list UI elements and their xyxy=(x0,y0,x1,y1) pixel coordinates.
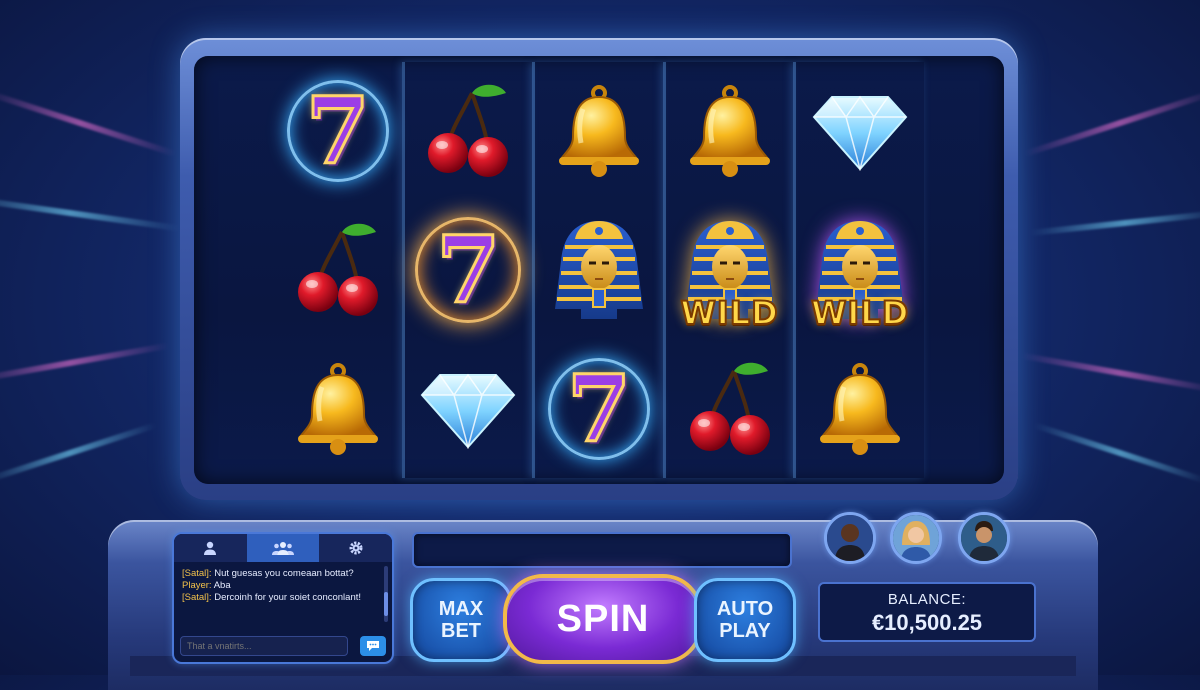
reel: WILD xyxy=(793,62,924,478)
reel: WILD xyxy=(662,62,794,478)
reel-cell xyxy=(666,62,794,201)
cherry-icon xyxy=(297,223,378,316)
balance-value: €10,500.25 xyxy=(871,610,983,635)
chat-panel: [Satal]: Nut guesas you comeaan bottat? … xyxy=(172,532,394,664)
cherry-icon xyxy=(428,85,509,178)
reel-cell: 7 xyxy=(274,62,402,201)
reel-cell xyxy=(274,201,402,340)
gear-icon xyxy=(349,541,363,555)
chat-tabs xyxy=(174,534,392,562)
bell-icon xyxy=(689,85,770,178)
wild-label: WILD xyxy=(679,293,779,333)
bell-icon xyxy=(558,85,639,178)
auto-play-button[interactable]: AUTO PLAY xyxy=(694,578,796,662)
chat-send-icon xyxy=(367,641,379,651)
cherry-symbol xyxy=(413,76,523,186)
chat-input[interactable] xyxy=(180,636,348,656)
message-bar xyxy=(412,532,792,568)
seven-symbol: 7 xyxy=(413,215,523,325)
player-avatar-3[interactable] xyxy=(958,512,1010,564)
reel: 7 xyxy=(401,62,533,478)
chat-message: [Satal]: Nut guesas you comeaan bottat? xyxy=(182,568,380,580)
player-avatar-2[interactable] xyxy=(890,512,942,564)
person-icon xyxy=(204,541,217,555)
group-icon xyxy=(272,542,294,555)
reel-cell xyxy=(796,339,924,478)
reel-cell xyxy=(405,62,533,201)
reel-screen: 7 7 7 WILD WILD xyxy=(194,56,1004,484)
bell-symbol xyxy=(675,76,785,186)
spin-label: SPIN xyxy=(556,597,650,640)
chat-scrollbar[interactable] xyxy=(384,566,388,622)
cherry-symbol xyxy=(675,354,785,464)
chat-text: Dercoinh for your soiet conconlant! xyxy=(211,592,362,603)
slot-machine-monitor: 7 7 7 WILD WILD xyxy=(180,38,1018,500)
reel-cell: WILD xyxy=(796,201,924,340)
reel-cell xyxy=(274,339,402,478)
max-bet-label-line1: MAX xyxy=(438,598,484,620)
auto-play-label-line2: PLAY xyxy=(719,620,771,642)
seven-symbol: 7 xyxy=(544,354,654,464)
pharaoh-icon xyxy=(551,217,647,323)
diamond-symbol xyxy=(805,76,915,186)
diamond-symbol xyxy=(413,354,523,464)
reel: 7 xyxy=(532,62,663,478)
cherry-icon xyxy=(689,362,770,455)
reel-grid: 7 7 7 WILD WILD xyxy=(274,62,924,478)
bell-symbol xyxy=(544,76,654,186)
player-avatar-1[interactable] xyxy=(824,512,876,564)
chat-text: Aba xyxy=(211,580,231,591)
auto-play-label-line1: AUTO xyxy=(716,598,774,620)
diamond-icon xyxy=(812,96,908,172)
seven-glyph: 7 xyxy=(565,354,632,463)
reel-cell: 7 xyxy=(535,339,663,478)
diamond-icon xyxy=(421,373,516,449)
max-bet-button[interactable]: MAX BET xyxy=(410,578,512,662)
chat-text: Nut guesas you comeaan bottat? xyxy=(211,568,354,579)
chat-tab-settings[interactable] xyxy=(319,534,392,562)
chat-log: [Satal]: Nut guesas you comeaan bottat? … xyxy=(174,562,392,632)
reel-cell xyxy=(796,62,924,201)
balance-label: BALANCE: xyxy=(887,591,967,608)
reel-cell: WILD xyxy=(666,201,794,340)
spin-button[interactable]: SPIN xyxy=(503,574,703,664)
wild-pharaoh-symbol: WILD xyxy=(674,210,786,333)
chat-message: [Satal]: Dercoinh for your soiet conconl… xyxy=(182,592,380,604)
wild-pharaoh-symbol: WILD xyxy=(804,210,916,333)
reel-cell xyxy=(666,339,794,478)
bell-symbol xyxy=(805,354,915,464)
reel-cell xyxy=(535,201,663,340)
chat-sender: Player: xyxy=(182,580,212,591)
chat-send-button[interactable] xyxy=(360,636,386,656)
cherry-symbol xyxy=(283,215,393,325)
pharaoh-symbol xyxy=(543,210,655,330)
reel-cell: 7 xyxy=(405,201,533,340)
bell-icon xyxy=(820,362,901,455)
seven-glyph: 7 xyxy=(304,77,371,186)
reel-cell xyxy=(405,339,533,478)
max-bet-label-line2: BET xyxy=(441,620,481,642)
seven-glyph: 7 xyxy=(435,216,502,324)
balance-display: BALANCE: €10,500.25 xyxy=(818,582,1036,642)
chat-sender: [Satal]: xyxy=(182,568,212,579)
chat-message: Player: Aba xyxy=(182,580,380,592)
reel: 7 xyxy=(274,62,402,478)
chat-tab-person[interactable] xyxy=(174,534,247,562)
bell-icon xyxy=(297,362,378,455)
bell-symbol xyxy=(283,354,393,464)
wild-label: WILD xyxy=(810,293,910,333)
chat-tab-group[interactable] xyxy=(246,534,320,562)
chat-sender: [Satal]: xyxy=(182,592,212,603)
seven-symbol: 7 xyxy=(283,76,393,186)
reel-cell xyxy=(535,62,663,201)
